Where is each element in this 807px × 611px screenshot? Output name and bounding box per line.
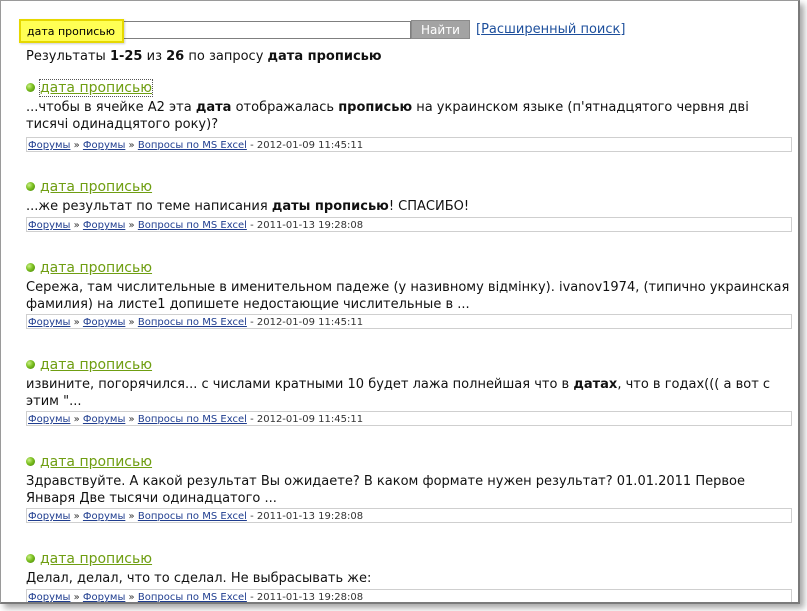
result-title-link[interactable]: дата прописью: [40, 179, 152, 195]
breadcrumb-link[interactable]: Форумы: [28, 592, 70, 602]
breadcrumb-separator: »: [125, 592, 138, 603]
snippet-match: прописью: [338, 100, 413, 115]
result-meta: Форумы » Форумы » Вопросы по MS Excel - …: [26, 411, 792, 426]
result-title-link[interactable]: дата прописью: [40, 260, 152, 276]
result-date: 2011-01-13 19:28:08: [256, 592, 364, 603]
green-bullet-icon: [26, 457, 35, 466]
result-title-link[interactable]: дата прописью: [40, 357, 152, 373]
summary-query: дата прописью: [267, 49, 382, 64]
green-bullet-icon: [26, 263, 35, 272]
breadcrumb-link[interactable]: Форумы: [83, 511, 125, 522]
bracket-close: ]: [620, 22, 626, 37]
green-bullet-icon: [26, 182, 35, 191]
snippet-text: отображалась: [231, 100, 339, 115]
result-date: 2012-01-09 11:45:11: [256, 140, 364, 151]
snippet-text: ! СПАСИБО!: [388, 199, 470, 214]
breadcrumb-link[interactable]: Форумы: [28, 317, 70, 328]
breadcrumb-link[interactable]: Форумы: [83, 140, 125, 151]
breadcrumb-link[interactable]: Форумы: [83, 592, 125, 602]
snippet-text: Здравствуйте. А какой результат Вы ожида…: [26, 474, 745, 506]
date-separator: -: [246, 414, 257, 425]
snippet-text: ...чтобы в ячейке А2 эта: [26, 100, 196, 115]
date-separator: -: [246, 220, 257, 231]
breadcrumb-separator: »: [70, 592, 83, 603]
breadcrumb-link[interactable]: Форумы: [28, 414, 70, 425]
result-snippet: извините, погорячился... с числами кратн…: [26, 376, 791, 410]
green-bullet-icon: [26, 360, 35, 369]
result-title-link[interactable]: дата прописью: [40, 454, 152, 470]
date-separator: -: [246, 317, 257, 328]
green-bullet-icon: [26, 83, 35, 92]
breadcrumb-link[interactable]: Форумы: [83, 220, 125, 231]
snippet-text: ...же результат по теме написания: [26, 199, 272, 214]
breadcrumb-separator: »: [70, 317, 83, 328]
breadcrumb-link[interactable]: Вопросы по MS Excel: [138, 220, 247, 231]
breadcrumb-separator: »: [125, 511, 138, 522]
green-bullet-icon: [26, 554, 35, 563]
result-meta: Форумы » Форумы » Вопросы по MS Excel - …: [26, 314, 792, 329]
breadcrumb-link[interactable]: Форумы: [28, 140, 70, 151]
result-meta: Форумы » Форумы » Вопросы по MS Excel - …: [26, 508, 792, 523]
breadcrumb-separator: »: [125, 220, 138, 231]
breadcrumb-separator: »: [70, 414, 83, 425]
results-window: дата прописью Найти [Расширенный поиск] …: [0, 0, 800, 604]
snippet-text: извините, погорячился... с числами кратн…: [26, 377, 574, 392]
breadcrumb-link[interactable]: Форумы: [83, 317, 125, 328]
result-meta: Форумы » Форумы » Вопросы по MS Excel - …: [26, 217, 792, 232]
result-snippet: ...чтобы в ячейке А2 эта дата отображала…: [26, 99, 791, 133]
summary-of: из: [146, 49, 162, 64]
breadcrumb-separator: »: [125, 414, 138, 425]
summary-total: 26: [166, 49, 185, 64]
result-snippet: Здравствуйте. А какой результат Вы ожида…: [26, 473, 791, 507]
breadcrumb-link[interactable]: Вопросы по MS Excel: [138, 511, 247, 522]
snippet-text: Сережа, там числительные в именительном …: [26, 280, 790, 312]
result-meta: Форумы » Форумы » Вопросы по MS Excel - …: [26, 137, 792, 152]
snippet-match: даты прописью: [271, 199, 389, 214]
breadcrumb-link[interactable]: Вопросы по MS Excel: [138, 317, 247, 328]
breadcrumb-link[interactable]: Форумы: [28, 220, 70, 231]
highlighted-query-text: дата прописью: [27, 25, 116, 38]
breadcrumb-link[interactable]: Форумы: [83, 414, 125, 425]
result-title-link[interactable]: дата прописью: [40, 551, 152, 567]
summary-by-query: по запросу: [188, 49, 264, 64]
result-date: 2012-01-09 11:45:11: [256, 317, 364, 328]
breadcrumb-separator: »: [70, 511, 83, 522]
snippet-match: датах: [573, 377, 618, 392]
breadcrumb-separator: »: [70, 220, 83, 231]
result-snippet: Делал, делал, что то сделал. Не выбрасыв…: [26, 570, 791, 587]
breadcrumb-link[interactable]: Вопросы по MS Excel: [138, 140, 247, 151]
result-title-link[interactable]: дата прописью: [38, 79, 154, 97]
snippet-match: дата: [195, 100, 232, 115]
query-highlight: дата прописью: [19, 19, 124, 43]
summary-prefix: Результаты: [26, 49, 106, 64]
date-separator: -: [246, 511, 257, 522]
date-separator: -: [246, 592, 257, 603]
breadcrumb-link[interactable]: Форумы: [28, 511, 70, 522]
results-summary: Результаты 1-25 из 26 по запросу дата пр…: [26, 49, 382, 64]
result-snippet: Сережа, там числительные в именительном …: [26, 279, 791, 313]
breadcrumb-separator: »: [125, 317, 138, 328]
search-button[interactable]: Найти: [411, 20, 470, 39]
snippet-text: Делал, делал, что то сделал. Не выбрасыв…: [26, 571, 372, 586]
result-date: 2011-01-13 19:28:08: [256, 511, 364, 522]
advanced-search-link[interactable]: Расширенный поиск: [481, 22, 620, 37]
breadcrumb-separator: »: [125, 140, 138, 151]
summary-range: 1-25: [109, 49, 143, 64]
result-meta: Форумы » Форумы » Вопросы по MS Excel - …: [26, 589, 792, 603]
advanced-search: [Расширенный поиск]: [476, 22, 625, 37]
breadcrumb-separator: »: [70, 140, 83, 151]
breadcrumb-link[interactable]: Вопросы по MS Excel: [138, 414, 247, 425]
breadcrumb-link[interactable]: Вопросы по MS Excel: [138, 592, 247, 602]
result-snippet: ...же результат по теме написания даты п…: [26, 198, 791, 215]
result-date: 2012-01-09 11:45:11: [256, 414, 364, 425]
date-separator: -: [246, 140, 257, 151]
result-date: 2011-01-13 19:28:08: [256, 220, 364, 231]
